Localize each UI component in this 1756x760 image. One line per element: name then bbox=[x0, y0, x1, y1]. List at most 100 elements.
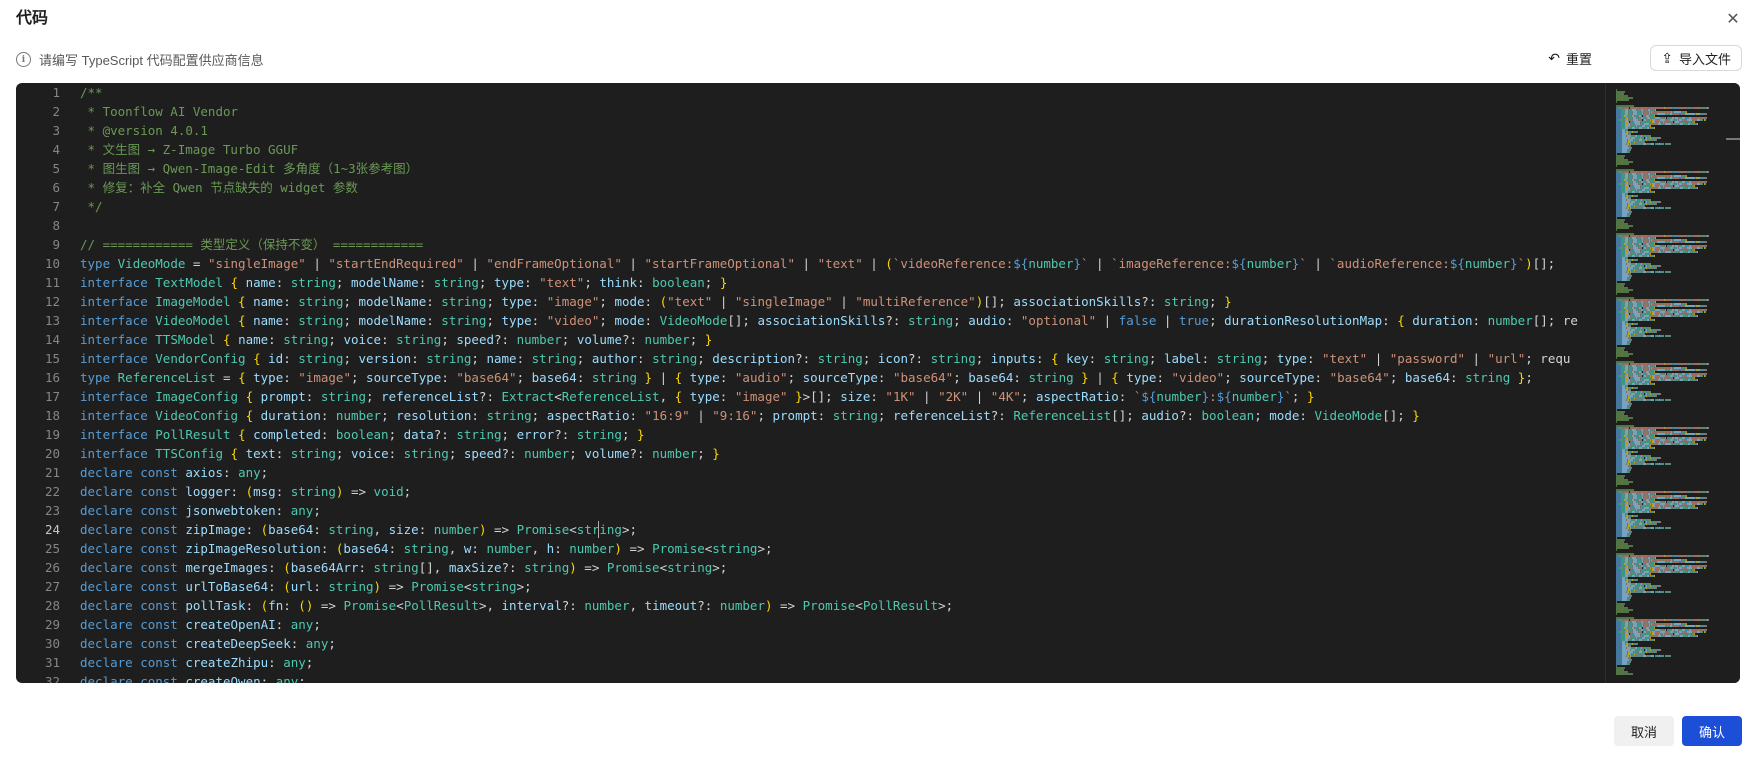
hint-row: i 请编写 TypeScript 代码配置供应商信息 bbox=[16, 50, 264, 69]
code-line[interactable]: /** bbox=[80, 83, 1620, 102]
code-line[interactable]: interface TTSModel { name: string; voice… bbox=[80, 330, 1620, 349]
code-line[interactable] bbox=[80, 216, 1620, 235]
code-line[interactable]: interface TTSConfig { text: string; voic… bbox=[80, 444, 1620, 463]
line-number: 22 bbox=[44, 484, 60, 499]
code-line[interactable]: */ bbox=[80, 197, 1620, 216]
code-line[interactable]: interface PollResult { completed: boolea… bbox=[80, 425, 1620, 444]
minimap-segment bbox=[1636, 387, 1638, 389]
minimap-segment bbox=[1696, 443, 1698, 445]
minimap-segment bbox=[1654, 319, 1656, 321]
minimap-segment bbox=[1659, 521, 1661, 523]
minimap-segment bbox=[1629, 407, 1631, 409]
minimap-segment bbox=[1696, 571, 1698, 573]
minimap-segment bbox=[1657, 241, 1665, 243]
minimap-segment bbox=[1670, 207, 1671, 209]
minimap-segment bbox=[1654, 511, 1656, 513]
minimap-segment bbox=[1693, 491, 1701, 493]
code-line[interactable]: interface ImageModel { name: string; mod… bbox=[80, 292, 1620, 311]
code-line[interactable]: declare const zipImageResolution: (base6… bbox=[80, 539, 1620, 558]
code-line[interactable]: * @version 4.0.1 bbox=[80, 121, 1620, 140]
minimap-segment bbox=[1707, 171, 1709, 173]
minimap-segment bbox=[1629, 215, 1631, 217]
minimap-segment bbox=[1665, 363, 1673, 365]
code-line[interactable]: declare const createZhipu: any; bbox=[80, 653, 1620, 672]
minimap-segment bbox=[1685, 113, 1695, 115]
close-icon[interactable]: ✕ bbox=[1722, 8, 1744, 30]
cancel-button[interactable]: 取消 bbox=[1614, 716, 1674, 746]
code-line[interactable]: declare const createQwen: any; bbox=[80, 672, 1620, 683]
minimap-segment bbox=[1655, 331, 1657, 333]
minimap-segment bbox=[1693, 427, 1701, 429]
code-line[interactable]: interface VideoConfig { duration: number… bbox=[80, 406, 1620, 425]
code-line[interactable]: * 修复：补全 Qwen 节点缺失的 widget 参数 bbox=[80, 178, 1620, 197]
minimap-segment bbox=[1704, 113, 1707, 115]
minimap-scroll-indicator[interactable] bbox=[1726, 138, 1740, 140]
code-area[interactable]: /** * Toonflow AI Vendor * @version 4.0.… bbox=[80, 83, 1620, 683]
minimap-segment bbox=[1693, 299, 1701, 301]
minimap-segment bbox=[1693, 107, 1701, 109]
minimap-segment bbox=[1636, 515, 1638, 517]
code-line[interactable]: interface VendorConfig { id: string; ver… bbox=[80, 349, 1620, 368]
minimap-segment bbox=[1657, 177, 1665, 179]
code-line[interactable]: interface ImageConfig { prompt: string; … bbox=[80, 387, 1620, 406]
minimap-segment bbox=[1704, 311, 1706, 313]
code-editor[interactable]: 1 2 3 4 5 6 7 8 9 10 11 12 13 14 15 16 17 18 19 20 21 22 23 24 2… bbox=[16, 83, 1740, 683]
code-line[interactable]: declare const createDeepSeek: any; bbox=[80, 634, 1620, 653]
code-line[interactable]: declare const zipImage: (base64: string,… bbox=[80, 520, 1620, 539]
minimap-segment bbox=[1636, 259, 1638, 261]
minimap-segment bbox=[1665, 491, 1673, 493]
minimap-segment bbox=[1670, 591, 1671, 593]
minimap-segment bbox=[1616, 355, 1630, 357]
minimap-segment bbox=[1655, 139, 1657, 141]
line-number: 4 bbox=[52, 142, 60, 157]
code-line[interactable]: declare const axios: any; bbox=[80, 463, 1620, 482]
minimap-segment bbox=[1659, 585, 1661, 587]
line-number: 15 bbox=[44, 351, 60, 366]
minimap-segment bbox=[1685, 241, 1695, 243]
code-line[interactable]: declare const mergeImages: (base64Arr: s… bbox=[80, 558, 1620, 577]
minimap-segment bbox=[1616, 293, 1618, 295]
minimap-segment bbox=[1696, 507, 1698, 509]
minimap-segment bbox=[1696, 251, 1698, 253]
minimap-segment bbox=[1665, 107, 1673, 109]
minimap-segment bbox=[1679, 555, 1687, 557]
line-number: 19 bbox=[44, 427, 60, 442]
code-line[interactable]: type ReferenceList = { type: "image"; so… bbox=[80, 368, 1620, 387]
code-line[interactable]: declare const urlToBase64: (url: string)… bbox=[80, 577, 1620, 596]
minimap-segment bbox=[1655, 267, 1657, 269]
code-line[interactable]: // ============ 类型定义（保持不变） ============ bbox=[80, 235, 1620, 254]
minimap[interactable] bbox=[1605, 83, 1740, 683]
minimap-segment bbox=[1704, 631, 1706, 633]
minimap-segment bbox=[1679, 491, 1687, 493]
minimap-segment bbox=[1657, 561, 1665, 563]
minimap-segment bbox=[1707, 299, 1709, 301]
code-line[interactable]: type VideoMode = "singleImage" | "startE… bbox=[80, 254, 1620, 273]
code-line[interactable]: * 文生图 → Z-Image Turbo GGUF bbox=[80, 140, 1620, 159]
minimap-segment bbox=[1655, 395, 1657, 397]
minimap-segment bbox=[1707, 107, 1709, 109]
minimap-segment bbox=[1655, 587, 1657, 589]
code-line[interactable]: declare const jsonwebtoken: any; bbox=[80, 501, 1620, 520]
code-line[interactable]: interface TextModel { name: string; mode… bbox=[80, 273, 1620, 292]
code-line[interactable]: declare const pollTask: (fn: () => Promi… bbox=[80, 596, 1620, 615]
line-number: 30 bbox=[44, 636, 60, 651]
code-line[interactable]: * 图生图 → Qwen-Image-Edit 多角度（1~3张参考图） bbox=[80, 159, 1620, 178]
minimap-segment bbox=[1659, 265, 1661, 267]
code-line[interactable]: * Toonflow AI Vendor bbox=[80, 102, 1620, 121]
minimap-segment bbox=[1657, 113, 1665, 115]
confirm-button[interactable]: 确认 bbox=[1682, 716, 1742, 746]
code-line[interactable]: declare const createOpenAI: any; bbox=[80, 615, 1620, 634]
minimap-segment bbox=[1616, 163, 1630, 165]
line-number: 32 bbox=[44, 674, 60, 683]
import-file-button[interactable]: ⇪ 导入文件 bbox=[1650, 45, 1742, 71]
minimap-segment bbox=[1629, 663, 1631, 665]
minimap-segment bbox=[1630, 339, 1632, 341]
code-line[interactable]: declare const logger: (msg: string) => v… bbox=[80, 482, 1620, 501]
minimap-segment bbox=[1670, 655, 1671, 657]
code-line[interactable]: interface VideoModel { name: string; mod… bbox=[80, 311, 1620, 330]
line-number: 12 bbox=[44, 294, 60, 309]
line-number: 3 bbox=[52, 123, 60, 138]
reset-button[interactable]: ↶ 重置 bbox=[1542, 45, 1598, 71]
minimap-segment bbox=[1654, 447, 1656, 449]
minimap-segment bbox=[1655, 459, 1657, 461]
